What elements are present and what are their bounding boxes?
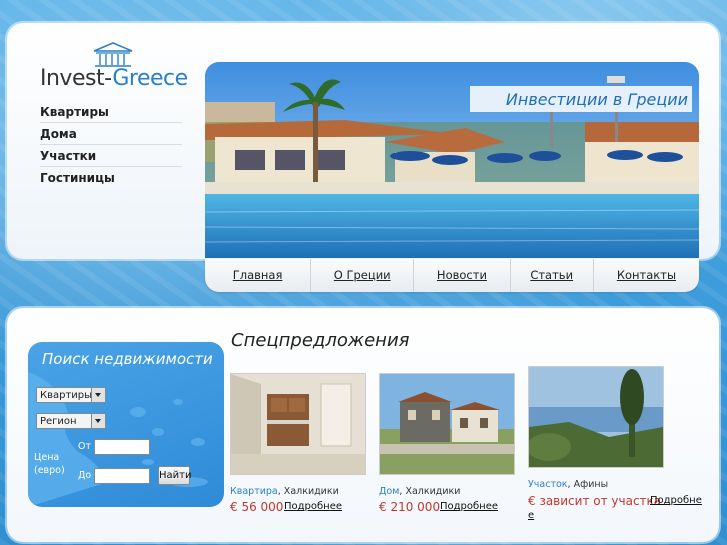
price-label: Цена (34, 452, 60, 463)
property-type-select[interactable]: Квартиры (36, 387, 106, 403)
offer-more-link-land-wrap[interactable]: е (528, 510, 534, 521)
search-title: Поиск недвижимости (42, 350, 213, 368)
region-value: Регион (40, 416, 77, 427)
house-photo (380, 374, 514, 474)
price-from-input[interactable] (94, 439, 150, 455)
apartment-photo (231, 374, 365, 474)
temple-icon (93, 42, 133, 67)
nav-item-hotels[interactable]: Гостиницы (40, 167, 182, 188)
menu-about-greece[interactable]: О Греции (311, 259, 415, 292)
nav-item-houses[interactable]: Дома (40, 123, 182, 145)
from-label: От (78, 441, 92, 452)
to-label: До (78, 470, 92, 481)
site-logo[interactable]: Invest-Greece (40, 42, 190, 96)
offer-location: , Халкидики (277, 486, 339, 497)
offer-price-house: € 210 000 (379, 500, 441, 514)
logo-text-part1: Invest- (40, 66, 113, 91)
offer-location: , Афины (567, 479, 609, 490)
region-select[interactable]: Регион (36, 413, 106, 429)
logo-text: Invest-Greece (40, 66, 188, 91)
property-search-box: Поиск недвижимости Квартиры Регион От Це… (28, 342, 224, 507)
price-currency-label: (евро) (34, 465, 65, 476)
nav-item-apartments[interactable]: Квартиры (40, 101, 182, 123)
menu-news[interactable]: Новости (414, 259, 511, 292)
category-nav: Квартиры Дома Участки Гостиницы (40, 101, 182, 188)
offer-caption-apartment: Квартира, Халкидики (230, 486, 339, 497)
land-photo (529, 367, 663, 467)
property-type-value: Квартиры (40, 390, 93, 401)
offer-more-link-apartment[interactable]: Подробнее (284, 501, 342, 512)
offer-price-apartment: € 56 000 (230, 500, 284, 514)
offer-more-link-land[interactable]: Подробне (650, 495, 702, 506)
menu-contacts[interactable]: Контакты (594, 259, 699, 292)
hero-title: Инвестиции в Греции (470, 86, 692, 112)
offer-more-link-house[interactable]: Подробнее (440, 501, 498, 512)
chevron-down-icon (91, 414, 105, 428)
offer-caption-land: Участок, Афины (528, 479, 608, 490)
chevron-down-icon (91, 388, 105, 402)
offer-type-link[interactable]: Квартира (230, 486, 278, 497)
offer-image-house[interactable] (379, 373, 515, 475)
price-to-input[interactable] (94, 468, 150, 484)
offer-type-link[interactable]: Дом (379, 486, 399, 497)
main-menu: Главная О Греции Новости Статьи Контакты (205, 259, 699, 292)
offer-image-apartment[interactable] (230, 373, 366, 475)
offer-price-land: € зависит от участка (528, 494, 662, 508)
logo-text-part2: Greece (112, 66, 188, 91)
nav-item-land[interactable]: Участки (40, 145, 182, 167)
menu-articles[interactable]: Статьи (511, 259, 594, 292)
offer-caption-house: Дом, Халкидики (379, 486, 460, 497)
specials-title: Спецпредложения (231, 330, 410, 351)
menu-home[interactable]: Главная (205, 259, 312, 292)
offer-location: , Халкидики (399, 486, 461, 497)
offer-image-land[interactable] (528, 366, 664, 468)
offer-type-link[interactable]: Участок (528, 479, 568, 490)
search-button[interactable]: Найти (158, 466, 191, 485)
